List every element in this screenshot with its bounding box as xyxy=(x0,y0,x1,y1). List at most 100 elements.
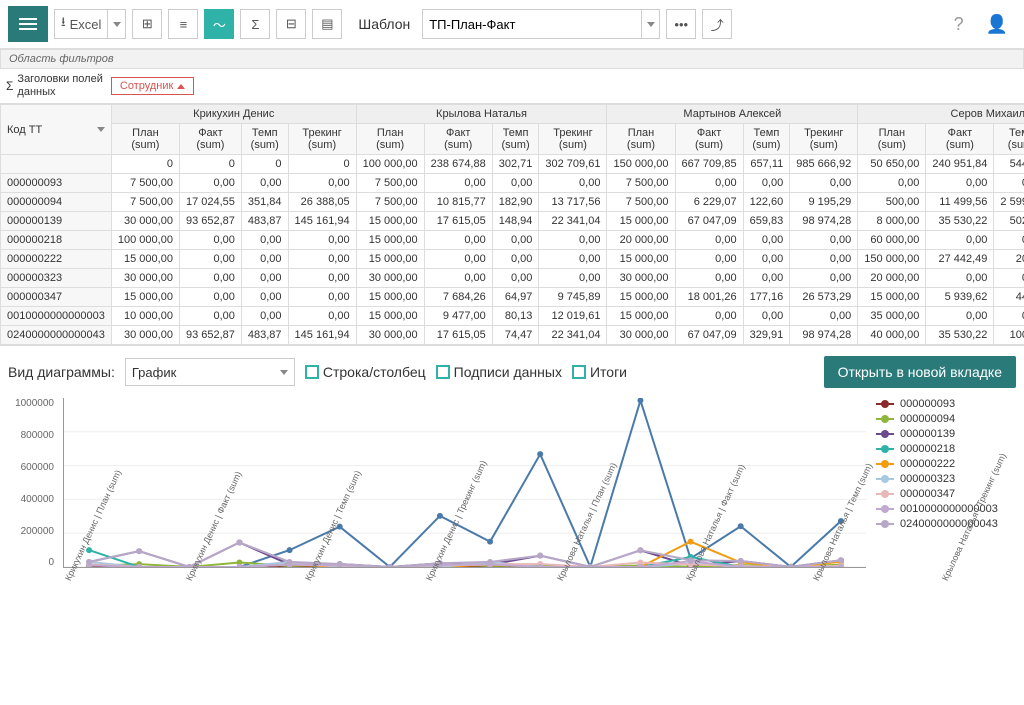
table-cell: 30 000,00 xyxy=(356,269,424,288)
table-cell: 15 000,00 xyxy=(607,212,675,231)
kod-tt-header[interactable]: Код ТТ xyxy=(7,124,105,136)
table-row[interactable]: 00000022215 000,000,000,000,0015 000,000… xyxy=(1,250,1024,269)
table-cell: 351,84 xyxy=(241,193,288,212)
table-view-button[interactable]: ⊞ xyxy=(132,9,162,39)
table-row[interactable]: 000000218100 000,000,000,000,0015 000,00… xyxy=(1,231,1024,250)
table-cell: 7 500,00 xyxy=(111,193,179,212)
help-icon[interactable]: ? xyxy=(946,14,972,35)
table-cell: 0,00 xyxy=(994,231,1024,250)
table-cell: 0,00 xyxy=(288,250,356,269)
open-new-tab-button[interactable]: Открыть в новой вкладке xyxy=(824,356,1016,388)
table-cell: 182,90 xyxy=(492,193,539,212)
chevron-down-icon xyxy=(280,370,288,375)
legend-item[interactable]: 000000139 xyxy=(876,428,1016,440)
employee-header: Мартынов Алексей xyxy=(607,105,858,124)
metric-header: Трекинг(sum) xyxy=(790,124,858,155)
table-cell: 100 000,00 xyxy=(111,231,179,250)
user-icon[interactable]: 👤 xyxy=(978,14,1016,35)
legend-item[interactable]: 000000094 xyxy=(876,413,1016,425)
table-row[interactable]: 024000000000004330 000,0093 652,87483,87… xyxy=(1,326,1024,345)
filter-area[interactable]: Область фильтров xyxy=(0,49,1024,69)
table-cell: 0,00 xyxy=(539,250,607,269)
table-cell: 0,00 xyxy=(288,288,356,307)
table-cell: 15 000,00 xyxy=(356,288,424,307)
table-row[interactable]: 00000032330 000,000,000,000,0030 000,000… xyxy=(1,269,1024,288)
row-code: 000000218 xyxy=(1,231,112,250)
table-cell: 544,76 xyxy=(994,155,1024,174)
table-row[interactable]: 00000034715 000,000,000,000,0015 000,007… xyxy=(1,288,1024,307)
employee-pill[interactable]: Сотрудник xyxy=(111,77,194,95)
excel-export-button[interactable]: ⭳ Excel xyxy=(54,9,108,39)
excel-dropdown[interactable] xyxy=(108,9,126,39)
table-row[interactable]: 0000000937 500,000,000,000,007 500,000,0… xyxy=(1,174,1024,193)
template-input[interactable] xyxy=(422,9,642,39)
share-icon: ⤴ xyxy=(711,15,724,34)
table-cell: 35 530,22 xyxy=(926,212,994,231)
chart: 10000008000006000004000002000000 Крикухи… xyxy=(0,398,1024,666)
table-cell: 145 161,94 xyxy=(288,212,356,231)
table-row[interactable]: 00000013930 000,0093 652,87483,87145 161… xyxy=(1,212,1024,231)
bar-chart-button[interactable]: ≡ xyxy=(168,9,198,39)
table-cell: 0,00 xyxy=(424,174,492,193)
metric-header: Трекинг(sum) xyxy=(539,124,607,155)
metric-header: Темп(sum) xyxy=(994,124,1024,155)
table-cell: 26 388,05 xyxy=(288,193,356,212)
toolbar: ⭳ Excel ⊞ ≡ 〜 Σ ⊟ ▤ Шаблон ••• ⤴ ? 👤 xyxy=(0,0,1024,49)
table-cell: 0,00 xyxy=(675,250,743,269)
table-row[interactable]: 0000000947 500,0017 024,55351,8426 388,0… xyxy=(1,193,1024,212)
table-cell: 10 000,00 xyxy=(111,307,179,326)
table-cell: 0,00 xyxy=(424,250,492,269)
table-row[interactable]: 001000000000000310 000,000,000,000,0015 … xyxy=(1,307,1024,326)
table-cell: 10 815,77 xyxy=(424,193,492,212)
template-dropdown[interactable] xyxy=(642,9,660,39)
table-cell: 145 161,94 xyxy=(288,326,356,345)
table-cell: 0 xyxy=(179,155,241,174)
table-cell: 15 000,00 xyxy=(607,307,675,326)
template-label: Шаблон xyxy=(358,16,410,32)
table-cell: 0,00 xyxy=(241,288,288,307)
table-cell: 26 573,29 xyxy=(790,288,858,307)
table-cell: 20,68 xyxy=(994,250,1024,269)
row-code: 0240000000000043 xyxy=(1,326,112,345)
sigma-button[interactable]: Σ xyxy=(240,9,270,39)
table-cell: 100,41 xyxy=(994,326,1024,345)
table-cell: 40 000,00 xyxy=(858,326,926,345)
hierarchy-button[interactable]: ⊟ xyxy=(276,9,306,39)
data-labels-checkbox[interactable]: Подписи данных xyxy=(436,364,562,380)
table-cell: 150 000,00 xyxy=(858,250,926,269)
row-code: 000000347 xyxy=(1,288,112,307)
table-cell: 20 000,00 xyxy=(607,231,675,250)
table-cell: 13 717,56 xyxy=(539,193,607,212)
share-button[interactable]: ⤴ xyxy=(702,9,732,39)
chart-type-select[interactable]: График xyxy=(125,358,295,386)
totals-checkbox[interactable]: Итоги xyxy=(572,364,627,380)
data-fields-header: Σ Заголовки полей данных Сотрудник xyxy=(0,69,1024,104)
table-cell: 98 974,28 xyxy=(790,212,858,231)
table-cell: 15 000,00 xyxy=(356,250,424,269)
table-cell: 17 024,55 xyxy=(179,193,241,212)
menu-button[interactable] xyxy=(8,6,48,42)
table-cell: 0 xyxy=(111,155,179,174)
table-cell: 0,00 xyxy=(492,174,539,193)
table-cell: 0,00 xyxy=(492,250,539,269)
line-chart-button[interactable]: 〜 xyxy=(204,9,234,39)
table-row[interactable]: 0000100 000,00238 674,88302,71302 709,61… xyxy=(1,155,1024,174)
table-cell: 0,00 xyxy=(539,174,607,193)
table-cell: 0,00 xyxy=(424,269,492,288)
table-cell: 67 047,09 xyxy=(675,326,743,345)
layout-button[interactable]: ▤ xyxy=(312,9,342,39)
table-cell: 100 000,00 xyxy=(356,155,424,174)
table-cell: 35 000,00 xyxy=(858,307,926,326)
table-cell: 0,00 xyxy=(858,174,926,193)
row-col-checkbox[interactable]: Строка/столбец xyxy=(305,364,426,380)
legend-item[interactable]: 000000218 xyxy=(876,443,1016,455)
table-cell: 500,00 xyxy=(858,193,926,212)
table-cell: 0,00 xyxy=(743,307,790,326)
table-cell: 7 500,00 xyxy=(356,193,424,212)
table-cell: 0,00 xyxy=(179,250,241,269)
table-cell: 9 195,29 xyxy=(790,193,858,212)
legend-item[interactable]: 000000093 xyxy=(876,398,1016,410)
row-code: 000000093 xyxy=(1,174,112,193)
more-button[interactable]: ••• xyxy=(666,9,696,39)
row-code: 0010000000000003 xyxy=(1,307,112,326)
